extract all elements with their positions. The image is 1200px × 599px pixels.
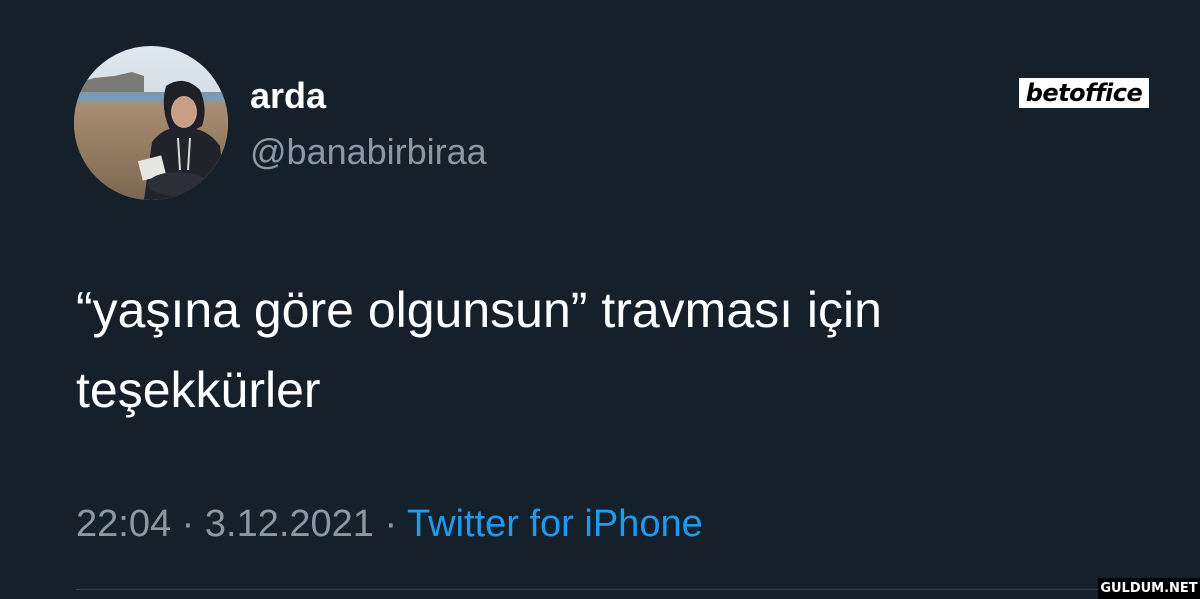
avatar[interactable] — [74, 46, 228, 200]
meta-separator: · — [384, 503, 398, 545]
user-handle[interactable]: @banabirbiraa — [250, 132, 487, 172]
tweet-text: “yaşına göre olgunsun” travması için teş… — [76, 282, 882, 418]
brand-logo: betoffice — [1019, 78, 1149, 108]
divider — [76, 589, 1136, 590]
display-name[interactable]: arda — [250, 76, 326, 116]
watermark: GULDUM.NET — [1098, 578, 1200, 599]
tweet-meta: 22:04 · 3.12.2021 · Twitter for iPhone — [76, 500, 703, 548]
tweet-time[interactable]: 22:04 — [76, 503, 171, 545]
tweet-date[interactable]: 3.12.2021 — [205, 503, 374, 545]
profile-photo-icon — [74, 46, 228, 200]
meta-separator: · — [181, 503, 195, 545]
tweet-card: arda @banabirbiraa betoffice “yaşına gör… — [0, 0, 1200, 599]
tweet-source-link[interactable]: Twitter for iPhone — [407, 503, 703, 545]
